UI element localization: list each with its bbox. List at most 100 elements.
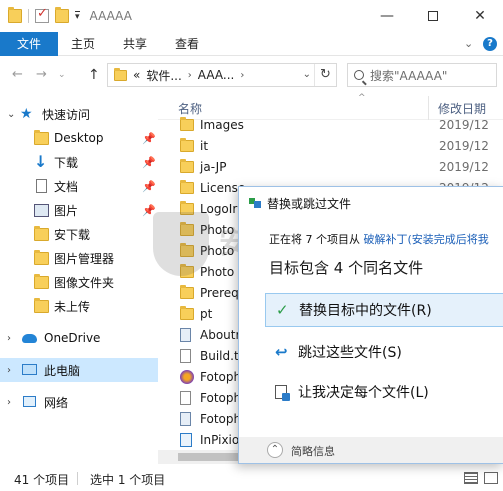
- nav-item-label: 此电脑: [44, 363, 81, 378]
- fewer-details-button[interactable]: 简略信息: [291, 443, 335, 459]
- decide-each-file-option[interactable]: 让我决定每个文件(L): [265, 375, 503, 409]
- new-folder-icon[interactable]: [55, 7, 69, 23]
- picture-icon: [34, 204, 49, 217]
- collapse-icon[interactable]: ⌄: [7, 109, 15, 120]
- nav-item-this-pc[interactable]: › 此电脑: [0, 358, 158, 382]
- folder-icon: [180, 285, 194, 299]
- star-icon: ★: [20, 105, 33, 122]
- pin-icon[interactable]: 📌: [142, 156, 156, 169]
- recent-locations-icon[interactable]: ⌄: [58, 70, 66, 80]
- folder-icon: [180, 264, 194, 278]
- nav-item-label: 文档: [54, 179, 79, 194]
- skip-arrow-icon: ↩: [275, 343, 288, 361]
- folder-icon: [180, 201, 194, 215]
- blue-file-icon: [180, 412, 191, 426]
- file-name: Prereq: [200, 286, 239, 300]
- source-folder-link[interactable]: 破解补丁(安装完成后将我: [364, 233, 489, 246]
- search-box[interactable]: 搜索"AAAAA": [347, 63, 497, 87]
- maximize-button[interactable]: [410, 0, 456, 32]
- dialog-title: 替换或跳过文件: [267, 197, 352, 211]
- nav-item-desktop[interactable]: Desktop 📌: [0, 126, 158, 150]
- check-icon: ✓: [276, 301, 289, 319]
- nav-item-label: 快速访问: [42, 107, 91, 122]
- pin-icon[interactable]: 📌: [142, 180, 156, 193]
- replace-files-option[interactable]: ✓ 替换目标中的文件(R): [265, 293, 503, 327]
- folder-icon: [180, 306, 194, 320]
- expand-icon[interactable]: ›: [7, 333, 11, 344]
- file-row[interactable]: it 2019/12: [158, 136, 503, 157]
- breadcrumb-overflow[interactable]: «: [133, 68, 140, 82]
- nav-item-not-uploaded[interactable]: 未上传: [0, 294, 158, 318]
- nav-item-anxiazai[interactable]: 安下载: [0, 222, 158, 246]
- back-arrow-icon[interactable]: ←: [12, 67, 23, 82]
- nav-item-image-folder[interactable]: 图像文件夹: [0, 270, 158, 294]
- address-dropdown-icon[interactable]: ⌄: [303, 69, 311, 80]
- file-date: 2019/12: [439, 139, 489, 153]
- search-doc-icon: [180, 433, 192, 447]
- nav-item-label: 未上传: [54, 299, 91, 314]
- title-bar: ▾ AAAAA — ✕: [0, 0, 503, 32]
- large-icons-view-icon[interactable]: [484, 472, 498, 484]
- status-bar: 41 个项目 选中 1 个项目: [0, 466, 503, 491]
- nav-item-label: 图像文件夹: [54, 275, 115, 290]
- ribbon-expand-icon[interactable]: ⌄: [464, 37, 473, 50]
- close-button[interactable]: ✕: [457, 0, 503, 32]
- skip-files-option[interactable]: ↩ 跳过这些文件(S): [265, 335, 503, 369]
- file-date: 2019/12: [439, 160, 489, 174]
- forward-arrow-icon[interactable]: →: [36, 67, 47, 82]
- folder-icon: [180, 180, 194, 194]
- nav-item-picture-manager[interactable]: 图片管理器: [0, 246, 158, 270]
- nav-item-pictures[interactable]: 图片 📌: [0, 198, 158, 222]
- nav-item-quick-access[interactable]: ⌄ ★ 快速访问: [0, 102, 158, 126]
- nav-item-onedrive[interactable]: › OneDrive: [0, 326, 158, 350]
- pin-icon[interactable]: 📌: [142, 204, 156, 217]
- help-icon[interactable]: ?: [483, 37, 497, 51]
- properties-check-icon[interactable]: [35, 6, 49, 23]
- folder-icon: [34, 298, 49, 313]
- expand-icon[interactable]: ›: [7, 365, 11, 376]
- quick-access-separator: [28, 9, 29, 23]
- folder-icon: [34, 130, 49, 145]
- option-label: 替换目标中的文件(R): [299, 303, 432, 319]
- dialog-progress-text: 正在将 7 个项目从 破解补丁(安装完成后将我: [269, 231, 489, 247]
- file-name: Photo: [200, 244, 235, 258]
- file-row[interactable]: ja-JP 2019/12: [158, 157, 503, 178]
- search-input[interactable]: 搜索"AAAAA": [370, 67, 447, 84]
- expand-icon[interactable]: ›: [7, 397, 11, 408]
- computer-icon: [22, 364, 37, 375]
- ribbon: 文件 主页 共享 查看 ⌄ ?: [0, 32, 503, 56]
- scrollbar-thumb[interactable]: [178, 453, 238, 461]
- file-name: ja-JP: [200, 160, 227, 174]
- chevron-right-icon[interactable]: ›: [188, 70, 192, 81]
- customize-toolbar-dropdown-icon[interactable]: ▾: [75, 11, 80, 22]
- blue-file-icon: [180, 328, 191, 342]
- dialog-heading: 目标包含 4 个同名文件: [269, 259, 424, 277]
- pin-icon[interactable]: 📌: [142, 132, 156, 145]
- tab-view[interactable]: 查看: [164, 32, 210, 56]
- copy-files-icon: [249, 198, 261, 208]
- folder-icon: [34, 274, 49, 289]
- tab-file[interactable]: 文件: [0, 32, 58, 56]
- file-name: Aboutr: [200, 328, 241, 342]
- chevron-right-icon[interactable]: ›: [240, 70, 244, 81]
- refresh-icon[interactable]: ↻: [314, 64, 336, 86]
- file-name: pt: [200, 307, 213, 321]
- file-row[interactable]: Images 2019/12: [158, 115, 503, 136]
- address-bar[interactable]: « 软件... › AAA... › ⌄ ↻: [107, 63, 337, 87]
- breadcrumb-item[interactable]: 软件...: [146, 67, 181, 84]
- replace-or-skip-dialog: 替换或跳过文件 正在将 7 个项目从 破解补丁(安装完成后将我 目标包含 4 个…: [238, 186, 503, 464]
- breadcrumb-item[interactable]: AAA...: [198, 68, 235, 82]
- folder-icon: [180, 243, 194, 257]
- nav-item-label: 网络: [44, 395, 69, 410]
- nav-item-documents[interactable]: 文档 📌: [0, 174, 158, 198]
- collapse-details-icon[interactable]: ⌃: [267, 442, 283, 458]
- folder-icon: [114, 67, 127, 81]
- folder-icon: [180, 159, 194, 173]
- up-arrow-icon[interactable]: ↑: [88, 67, 100, 83]
- details-view-icon[interactable]: [464, 472, 478, 484]
- minimize-button[interactable]: —: [364, 0, 410, 32]
- tab-share[interactable]: 共享: [112, 32, 158, 56]
- tab-home[interactable]: 主页: [60, 32, 106, 56]
- nav-item-network[interactable]: › 网络: [0, 390, 158, 414]
- nav-item-downloads[interactable]: ↓ 下载 📌: [0, 150, 158, 174]
